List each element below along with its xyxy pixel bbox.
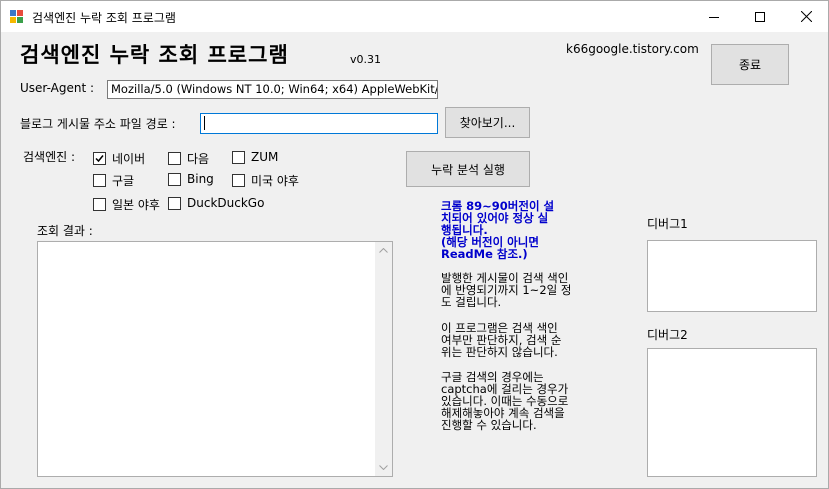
checkbox-daum[interactable]: 다음 bbox=[168, 150, 209, 167]
check-icon bbox=[95, 155, 104, 163]
window-title: 검색엔진 누락 조회 프로그램 bbox=[32, 11, 176, 25]
checkbox-zum[interactable]: ZUM bbox=[232, 150, 278, 164]
version-label: v0.31 bbox=[350, 53, 382, 66]
useragent-input[interactable]: Mozilla/5.0 (Windows NT 10.0; Win64; x64… bbox=[107, 80, 438, 99]
index-notice: 이 프로그램은 검색 색인 여부만 판단하지, 검색 순 위는 판단하지 않습니… bbox=[441, 321, 562, 359]
run-analysis-button[interactable]: 누락 분석 실행 bbox=[406, 151, 530, 187]
debug2-textarea[interactable] bbox=[647, 348, 817, 477]
app-heading: 검색엔진 누락 조회 프로그램 bbox=[20, 43, 289, 67]
filepath-input[interactable] bbox=[200, 113, 438, 134]
checkbox-box[interactable] bbox=[168, 196, 181, 210]
debug2-label: 디버그2 bbox=[647, 328, 688, 342]
reflect-notice: 발행한 게시물이 검색 색인 에 반영되기까지 1~2일 정 도 걸립니다. bbox=[441, 271, 572, 309]
checkbox-label: 구글 bbox=[112, 174, 135, 188]
checkbox-naver[interactable]: 네이버 bbox=[93, 150, 145, 167]
checkbox-bing[interactable]: Bing bbox=[168, 172, 214, 186]
results-scrollbar[interactable] bbox=[375, 242, 392, 476]
captcha-notice: 구글 검색의 경우에는 captcha에 걸리는 경우가 있습니다. 이때는 수… bbox=[441, 370, 569, 432]
checkbox-box[interactable] bbox=[232, 174, 245, 187]
checkbox-yahoo-jp[interactable]: 일본 야후 bbox=[93, 196, 160, 213]
scroll-down-arrow[interactable] bbox=[375, 459, 392, 476]
site-label: k66google.tistory.com bbox=[566, 42, 699, 56]
checkbox-label: 일본 야후 bbox=[112, 198, 160, 212]
checkbox-box[interactable] bbox=[93, 152, 106, 165]
engines-label: 검색엔진 : bbox=[23, 150, 76, 164]
useragent-label: User-Agent : bbox=[20, 81, 95, 95]
checkbox-label: Bing bbox=[187, 172, 214, 186]
filepath-label: 블로그 게시물 주소 파일 경로 : bbox=[20, 117, 176, 131]
checkbox-label: 네이버 bbox=[112, 152, 146, 166]
checkbox-label: DuckDuckGo bbox=[187, 196, 265, 210]
browse-button[interactable]: 찾아보기... bbox=[445, 107, 530, 138]
checkbox-yahoo-us[interactable]: 미국 야후 bbox=[232, 172, 299, 189]
maximize-button[interactable] bbox=[737, 1, 783, 32]
checkbox-label: 다음 bbox=[187, 152, 210, 166]
main-window: 검색엔진 누락 조회 프로그램 검색엔진 누락 조회 프로그램 v0.31 k6… bbox=[0, 0, 829, 489]
minimize-icon bbox=[709, 16, 719, 18]
app-icon bbox=[10, 10, 24, 23]
checkbox-google[interactable]: 구글 bbox=[93, 172, 134, 189]
debug1-label: 디버그1 bbox=[647, 217, 688, 231]
exit-button[interactable]: 종료 bbox=[711, 44, 789, 85]
scroll-up-arrow[interactable] bbox=[375, 242, 392, 259]
checkbox-box[interactable] bbox=[168, 152, 181, 165]
debug1-textarea[interactable] bbox=[647, 240, 817, 312]
text-caret bbox=[204, 115, 205, 130]
results-label: 조회 결과 : bbox=[37, 224, 93, 238]
chevron-down-icon bbox=[379, 465, 388, 470]
checkbox-label: ZUM bbox=[251, 150, 279, 164]
results-textarea[interactable] bbox=[37, 241, 393, 477]
title-bar: 검색엔진 누락 조회 프로그램 bbox=[1, 1, 828, 32]
close-window-button[interactable] bbox=[783, 1, 829, 32]
checkbox-label: 미국 야후 bbox=[251, 174, 299, 188]
checkbox-box[interactable] bbox=[93, 198, 106, 211]
checkbox-box[interactable] bbox=[93, 174, 106, 187]
chrome-version-notice: 크롬 89~90버전이 설 치되어 있어야 정상 실 행됩니다. (해당 버전이… bbox=[441, 199, 555, 261]
minimize-button[interactable] bbox=[691, 1, 737, 32]
checkbox-box[interactable] bbox=[232, 150, 245, 164]
chevron-up-icon bbox=[379, 248, 388, 253]
checkbox-duckduckgo[interactable]: DuckDuckGo bbox=[168, 196, 264, 210]
checkbox-box[interactable] bbox=[168, 172, 181, 186]
close-icon bbox=[800, 11, 812, 22]
maximize-icon bbox=[755, 11, 765, 22]
